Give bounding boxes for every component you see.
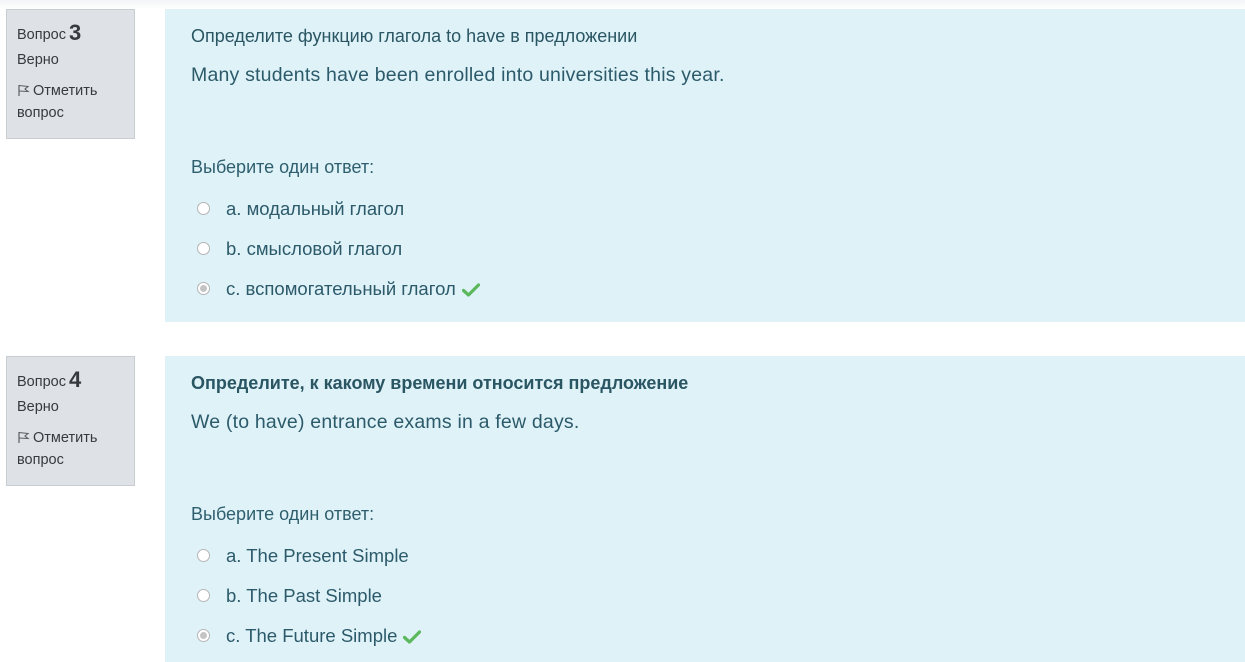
choose-answer-label: Выберите один ответ:	[191, 504, 375, 524]
choose-answer-label: Выберите один ответ:	[191, 157, 375, 177]
checkmark-icon	[461, 283, 480, 297]
option-label: a. The Present Simple	[226, 545, 409, 566]
question-4: Вопрос 4 Верно Отметить вопрос Определите…	[0, 356, 1245, 662]
question-prompt: Определите, к какому времени относится п…	[191, 373, 689, 393]
answer-option-a[interactable]: a. модальный глагол	[197, 189, 480, 229]
answer-option-c[interactable]: c. вспомогательный глагол	[197, 269, 480, 309]
radio-button-selected[interactable]	[197, 628, 210, 642]
question-3: Вопрос 3 Верно Отметить вопрос Определите…	[0, 9, 1245, 322]
radio-button[interactable]	[197, 201, 210, 215]
answer-options: a. The Present Simple b. The Past Simple…	[197, 536, 422, 656]
option-label: a. модальный глагол	[226, 198, 405, 219]
radio-button[interactable]	[197, 241, 210, 255]
answer-option-b[interactable]: b. The Past Simple	[197, 576, 421, 616]
radio-button[interactable]	[197, 588, 210, 602]
answer-option-a[interactable]: a. The Present Simple	[197, 536, 421, 576]
question-prompt: Определите функцию глагола to have в пре…	[191, 26, 638, 46]
question-number: Вопрос 3	[17, 20, 124, 46]
flag-question-link[interactable]: Отметить вопрос	[17, 80, 124, 124]
option-label: c. вспомогательный глагол	[226, 278, 480, 300]
answer-option-b[interactable]: b. смысловой глагол	[197, 229, 480, 269]
question-number-value: 4	[68, 367, 82, 392]
option-label: c. The Future Simple	[226, 625, 422, 647]
question-number: Вопрос 4	[17, 367, 124, 393]
radio-button-selected[interactable]	[197, 281, 210, 295]
page-top-edge	[0, 0, 1245, 9]
flag-icon	[18, 84, 30, 96]
question-sentence: Many students have been enrolled into un…	[191, 64, 725, 86]
question-content: Определите функцию глагола to have в пре…	[165, 9, 1245, 322]
option-label: b. The Past Simple	[226, 585, 382, 606]
question-content: Определите, к какому времени относится п…	[165, 356, 1245, 662]
question-info-panel: Вопрос 4 Верно Отметить вопрос	[6, 356, 135, 486]
flag-question-link[interactable]: Отметить вопрос	[17, 427, 124, 471]
question-info-panel: Вопрос 3 Верно Отметить вопрос	[6, 9, 135, 139]
question-sentence: We (to have) entrance exams in a few day…	[191, 411, 580, 433]
flag-icon	[18, 431, 30, 443]
answer-option-c[interactable]: c. The Future Simple	[197, 616, 422, 656]
answer-options: a. модальный глагол b. смысловой глагол …	[197, 189, 480, 309]
question-label: Вопрос	[17, 374, 66, 390]
question-label: Вопрос	[17, 27, 66, 43]
question-state: Верно	[17, 52, 59, 68]
question-state: Верно	[17, 399, 59, 415]
radio-button[interactable]	[197, 548, 210, 562]
checkmark-icon	[403, 630, 422, 644]
question-number-value: 3	[68, 20, 82, 45]
option-label: b. смысловой глагол	[226, 238, 403, 259]
